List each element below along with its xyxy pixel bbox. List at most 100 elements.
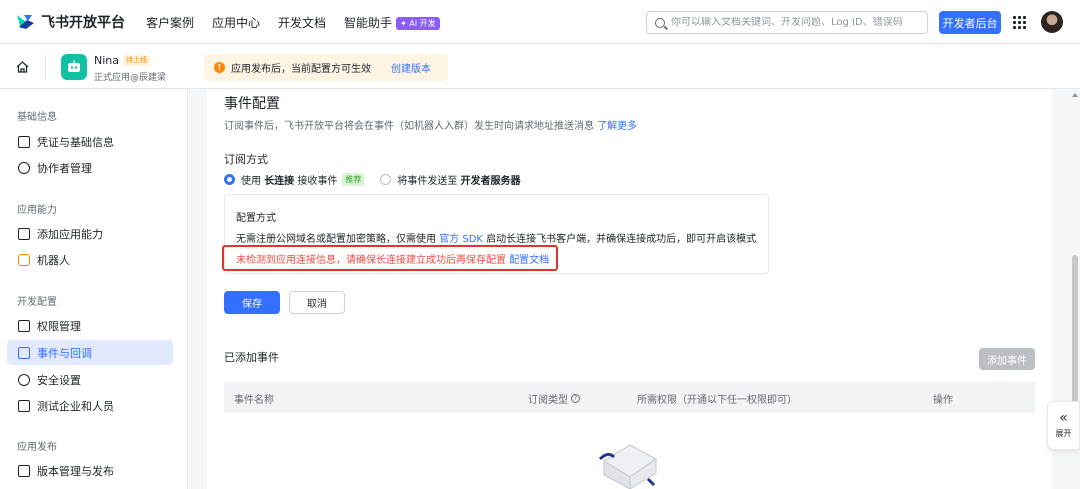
page-description: 订阅事件后，飞书开放平台将会在事件（如机器人入群）发生时向请求地址推送消息 了解… bbox=[224, 117, 637, 132]
lock-icon bbox=[18, 319, 30, 332]
subscribe-method-title: 订阅方式 bbox=[224, 153, 268, 166]
option1-bold: 长连接 bbox=[264, 176, 295, 187]
app-name-text: Nina bbox=[94, 54, 119, 67]
sidebar-group-release: 应用发布 bbox=[17, 442, 57, 453]
sidebar-item-label: 事件与回调 bbox=[37, 346, 92, 360]
notice-text: 应用发布后，当前配置方可生效 bbox=[231, 64, 371, 75]
nav-app-center[interactable]: 应用中心 bbox=[212, 14, 260, 31]
config-doc-link[interactable]: 配置文档 bbox=[509, 255, 549, 266]
event-icon bbox=[18, 346, 30, 359]
user-icon bbox=[18, 161, 30, 174]
search-input[interactable] bbox=[671, 17, 911, 28]
sidebar-group-basic: 基础信息 bbox=[17, 112, 57, 123]
feishu-logo-icon bbox=[17, 15, 34, 29]
events-table-header: 事件名称 订阅类型 ? 所需权限（开通以下任一权限即可） 操作 bbox=[224, 382, 1035, 413]
developer-console-button[interactable]: 开发者后台 bbox=[939, 11, 1001, 34]
nav-ai-assistant[interactable]: 智能助手 ✦ AI 开发 bbox=[344, 14, 440, 31]
config-method-title: 配置方式 bbox=[236, 213, 276, 224]
user-avatar[interactable] bbox=[1041, 11, 1063, 33]
sidebar-group-capability: 应用能力 bbox=[17, 205, 57, 216]
learn-more-link[interactable]: 了解更多 bbox=[597, 121, 637, 132]
warning-icon: ! bbox=[214, 62, 225, 73]
search-icon bbox=[655, 17, 665, 28]
column-subscription-type: 订阅类型 ? bbox=[528, 391, 580, 406]
sidebar-item-permissions[interactable]: 权限管理 bbox=[7, 313, 173, 338]
sidebar-item-collaborators[interactable]: 协作者管理 bbox=[7, 155, 173, 180]
sidebar-item-security[interactable]: 安全设置 bbox=[7, 367, 173, 392]
nav-ai-assistant-label: 智能助手 bbox=[344, 16, 393, 30]
option1-suffix: 接收事件 bbox=[297, 176, 338, 187]
sidebar-item-label: 测试企业和人员 bbox=[37, 399, 114, 413]
config-desc-part1: 无需注册公网域名或配置加密策略，仅需使用 bbox=[236, 234, 436, 245]
column-subscription-type-label: 订阅类型 bbox=[528, 395, 568, 406]
id-card-icon bbox=[18, 135, 30, 148]
robot-icon bbox=[18, 253, 30, 266]
connection-error-message: 未检测到应用连接信息，请确保长连接建立成功后再保存配置 配置文档 bbox=[236, 251, 549, 266]
column-event-name: 事件名称 bbox=[234, 395, 274, 406]
config-method-box: 配置方式 无需注册公网域名或配置加密策略，仅需使用 官方 SDK 启动长连接飞书… bbox=[222, 194, 769, 274]
sidebar-item-credentials[interactable]: 凭证与基础信息 bbox=[7, 129, 173, 154]
column-actions: 操作 bbox=[933, 395, 953, 406]
sidebar-item-robot[interactable]: 机器人 bbox=[7, 247, 173, 272]
home-icon[interactable] bbox=[16, 61, 29, 73]
save-button[interactable]: 保存 bbox=[224, 291, 280, 314]
add-event-button[interactable]: 添加事件 bbox=[979, 348, 1035, 370]
option2-bold: 开发者服务器 bbox=[460, 176, 521, 187]
sidebar-item-events[interactable]: 事件与回调 bbox=[7, 340, 173, 365]
double-chevron-left-icon: « bbox=[1059, 410, 1068, 426]
app-name: Nina 待上线 bbox=[94, 54, 150, 67]
app-grid-icon[interactable] bbox=[1013, 16, 1026, 29]
expand-label: 展开 bbox=[1055, 429, 1072, 438]
nav-customer-cases[interactable]: 客户案例 bbox=[146, 14, 194, 31]
subscribe-method-options: 使用 长连接 接收事件 推荐 将事件发送至 开发者服务器 bbox=[224, 172, 521, 187]
official-sdk-link[interactable]: 官方 SDK bbox=[439, 234, 483, 245]
logo-text: 飞书开放平台 bbox=[41, 15, 125, 31]
event-config-panel: 事件配置 订阅事件后，飞书开放平台将会在事件（如机器人入群）发生时向请求地址推送… bbox=[207, 90, 1052, 489]
robot-app-icon bbox=[61, 54, 87, 80]
divider bbox=[45, 55, 46, 79]
page-title: 事件配置 bbox=[224, 96, 280, 112]
main-nav: 客户案例 应用中心 开发文档 智能助手 ✦ AI 开发 bbox=[146, 14, 440, 31]
config-desc-part2: 启动长连接飞书客户端，并确保连接成功后，即可开启该模式 bbox=[486, 234, 757, 245]
help-icon[interactable]: ? bbox=[571, 394, 580, 403]
publish-notice: ! 应用发布后，当前配置方可生效 创建版本 bbox=[204, 54, 448, 81]
code-icon bbox=[18, 399, 30, 412]
column-required-permissions: 所需权限（开通以下任一权限即可） bbox=[637, 395, 797, 406]
empty-state-illustration bbox=[598, 444, 657, 489]
create-version-link[interactable]: 创建版本 bbox=[391, 60, 431, 75]
sidebar-item-version[interactable]: 版本管理与发布 bbox=[7, 458, 173, 483]
shield-icon bbox=[18, 373, 30, 386]
app-header: Nina 待上线 正式应用@辰建梁 ! 应用发布后，当前配置方可生效 创建版本 bbox=[0, 45, 1080, 89]
option1-prefix: 使用 bbox=[241, 176, 261, 187]
app-subtitle: 正式应用@辰建梁 bbox=[94, 73, 167, 83]
sidebar-item-label: 版本管理与发布 bbox=[37, 464, 114, 478]
sidebar-item-label: 权限管理 bbox=[37, 319, 81, 333]
scroll-up-arrow-icon[interactable] bbox=[1072, 93, 1078, 97]
ai-badge: ✦ AI 开发 bbox=[396, 17, 440, 30]
config-method-desc: 无需注册公网域名或配置加密策略，仅需使用 官方 SDK 启动长连接飞书客户端，并… bbox=[236, 230, 756, 245]
sidebar-group-dev-config: 开发配置 bbox=[17, 297, 57, 308]
sidebar-item-add-capability[interactable]: 添加应用能力 bbox=[7, 221, 173, 246]
grid-add-icon bbox=[18, 227, 30, 240]
sidebar-item-test-enterprise[interactable]: 测试企业和人员 bbox=[7, 393, 173, 418]
option2-prefix: 将事件发送至 bbox=[397, 176, 458, 187]
upload-icon bbox=[18, 464, 30, 477]
search-box[interactable] bbox=[646, 11, 928, 34]
sidebar: 基础信息 凭证与基础信息 协作者管理 应用能力 添加应用能力 机器人 开发配置 … bbox=[0, 90, 188, 489]
sidebar-item-label: 凭证与基础信息 bbox=[37, 135, 114, 149]
logo[interactable]: 飞书开放平台 bbox=[15, 12, 125, 32]
description-text: 订阅事件后，飞书开放平台将会在事件（如机器人入群）发生时向请求地址推送消息 bbox=[224, 121, 594, 132]
cancel-button[interactable]: 取消 bbox=[289, 291, 345, 314]
error-text: 未检测到应用连接信息，请确保长连接建立成功后再保存配置 bbox=[236, 255, 506, 266]
status-badge: 待上线 bbox=[123, 55, 150, 66]
sidebar-item-label: 机器人 bbox=[37, 253, 70, 267]
expand-panel-button[interactable]: « 展开 bbox=[1047, 401, 1080, 450]
added-events-title: 已添加事件 bbox=[224, 351, 279, 364]
developer-server-radio[interactable] bbox=[380, 174, 392, 185]
long-connection-radio[interactable] bbox=[224, 174, 235, 185]
sidebar-item-label: 添加应用能力 bbox=[37, 227, 103, 241]
recommended-badge: 推荐 bbox=[342, 173, 365, 186]
top-navbar: 飞书开放平台 客户案例 应用中心 开发文档 智能助手✦ AI 开发 开发者后台 bbox=[0, 0, 1080, 44]
sidebar-item-label: 安全设置 bbox=[37, 373, 81, 387]
nav-dev-docs[interactable]: 开发文档 bbox=[278, 14, 326, 31]
